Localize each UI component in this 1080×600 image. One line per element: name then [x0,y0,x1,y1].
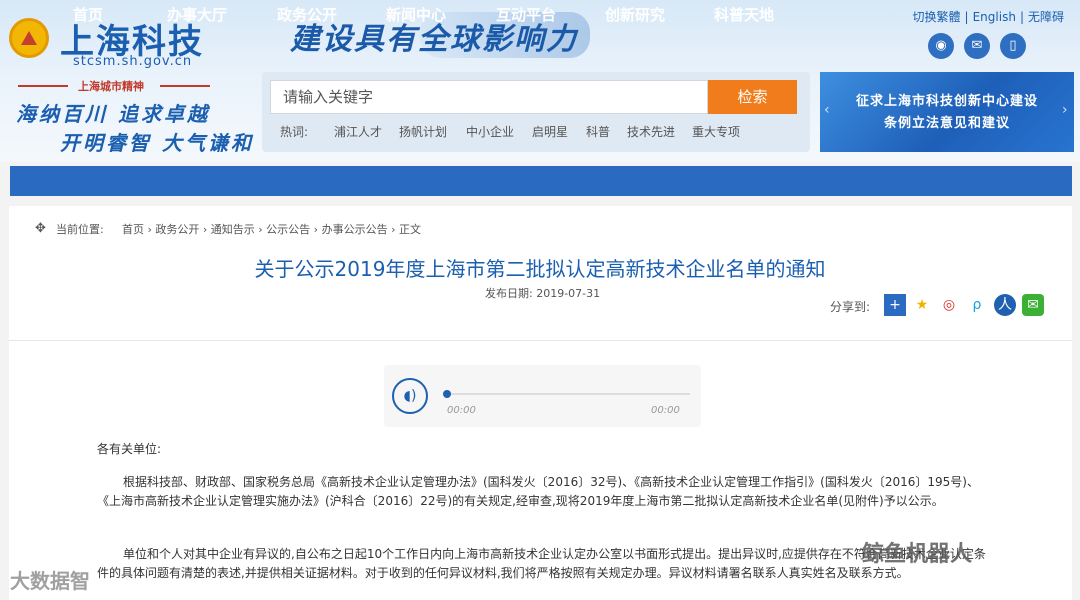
weibo-icon[interactable]: ◎ [938,294,960,316]
motto-line2: 开明睿智 大气谦和 [60,131,254,155]
favorite-icon[interactable]: ★ [911,294,933,316]
hot-word[interactable]: 科普 [586,123,610,140]
nav-item-news[interactable]: 新闻中心 [386,0,446,30]
add-share-icon[interactable]: + [884,294,906,316]
nav-item-service-hall[interactable]: 办事大厅 [167,0,227,30]
main-nav [10,166,1072,196]
hot-words-label: 热词: [280,125,309,139]
banner-line1: 征求上海市科技创新中心建设 [855,94,1038,109]
watermark-right: 鲸鱼机器人 [862,542,973,567]
hot-word[interactable]: 重大专项 [692,123,740,140]
hot-word[interactable]: 中小企业 [466,123,514,140]
banner-next-icon[interactable]: › [1062,102,1068,118]
audio-total-time: 00:00 [651,405,680,416]
audio-progress-track[interactable] [444,393,690,395]
pinterest-icon[interactable]: ρ [966,294,988,316]
publish-date-value: 2019-07-31 [536,287,601,300]
wechat-icon[interactable]: ✉ [964,33,990,59]
hot-word[interactable]: 扬帆计划 [399,123,447,140]
article-title: 关于公示2019年度上海市第二批拟认定高新技术企业名单的通知 [254,257,826,281]
hot-word[interactable]: 浦江人才 [334,123,382,140]
nav-item-science[interactable]: 科普天地 [714,0,774,30]
breadcrumb-label: 当前位置: [56,223,104,236]
audio-play-icon[interactable]: ◖) [392,378,428,414]
weibo-icon[interactable]: ◉ [928,33,954,59]
watermark-left: 大数据智 [10,569,90,593]
search-input[interactable]: 请输入关键字 [270,80,708,114]
search-button[interactable]: 检索 [708,80,797,114]
city-spirit-label: 上海城市精神 [78,80,144,93]
divider-right [160,85,210,87]
nav-item-gov-affairs[interactable]: 政务公开 [277,0,337,30]
utility-links: 切换繁體 | English | 无障碍 [911,8,1066,25]
publish-date-label: 发布日期: [485,287,533,300]
mobile-icon[interactable]: ▯ [1000,33,1026,59]
wechat-icon[interactable]: ✉ [1022,294,1044,316]
publish-date: 发布日期: 2019-07-31 [485,285,600,301]
hot-word[interactable]: 启明星 [532,123,568,140]
nav-item-interaction[interactable]: 互动平台 [496,0,556,30]
separator: | [1019,10,1024,24]
accessibility-link[interactable]: 无障碍 [1028,10,1064,24]
audio-progress-handle[interactable] [443,390,451,398]
share-label: 分享到: [830,300,871,314]
paragraph-1: 根据科技部、财政部、国家税务总局《高新技术企业认定管理办法》(国科发火〔2016… [97,475,979,508]
divider [9,340,1072,341]
divider-left [18,85,68,87]
hot-word[interactable]: 技术先进 [627,123,675,140]
paragraph-2: 单位和个人对其中企业有异议的,自公布之日起10个工作日内向上海市高新技术企业认定… [97,547,986,580]
banner-line2: 条例立法意见和建议 [883,116,1010,131]
nav-item-home[interactable]: 首页 [73,0,103,30]
renren-icon[interactable]: 人 [994,294,1016,316]
nav-item-research[interactable]: 创新研究 [605,0,665,30]
traditional-chinese-link[interactable]: 切换繁體 [913,10,961,24]
location-icon: ✥ [35,221,46,236]
salutation: 各有关单位: [97,442,162,456]
motto-line1: 海纳百川 追求卓越 [16,102,210,126]
promo-banner[interactable]: ‹ 征求上海市科技创新中心建设 条例立法意见和建议 › [820,72,1074,152]
audio-current-time: 00:00 [447,405,476,416]
separator: | [964,10,969,24]
english-link[interactable]: English [973,10,1016,24]
site-logo-icon[interactable] [9,18,49,58]
audio-player [384,365,701,427]
breadcrumb[interactable]: 首页 › 政务公开 › 通知告示 › 公示公告 › 办事公示公告 › 正文 [122,221,421,237]
site-url: stcsm.sh.gov.cn [73,54,193,69]
